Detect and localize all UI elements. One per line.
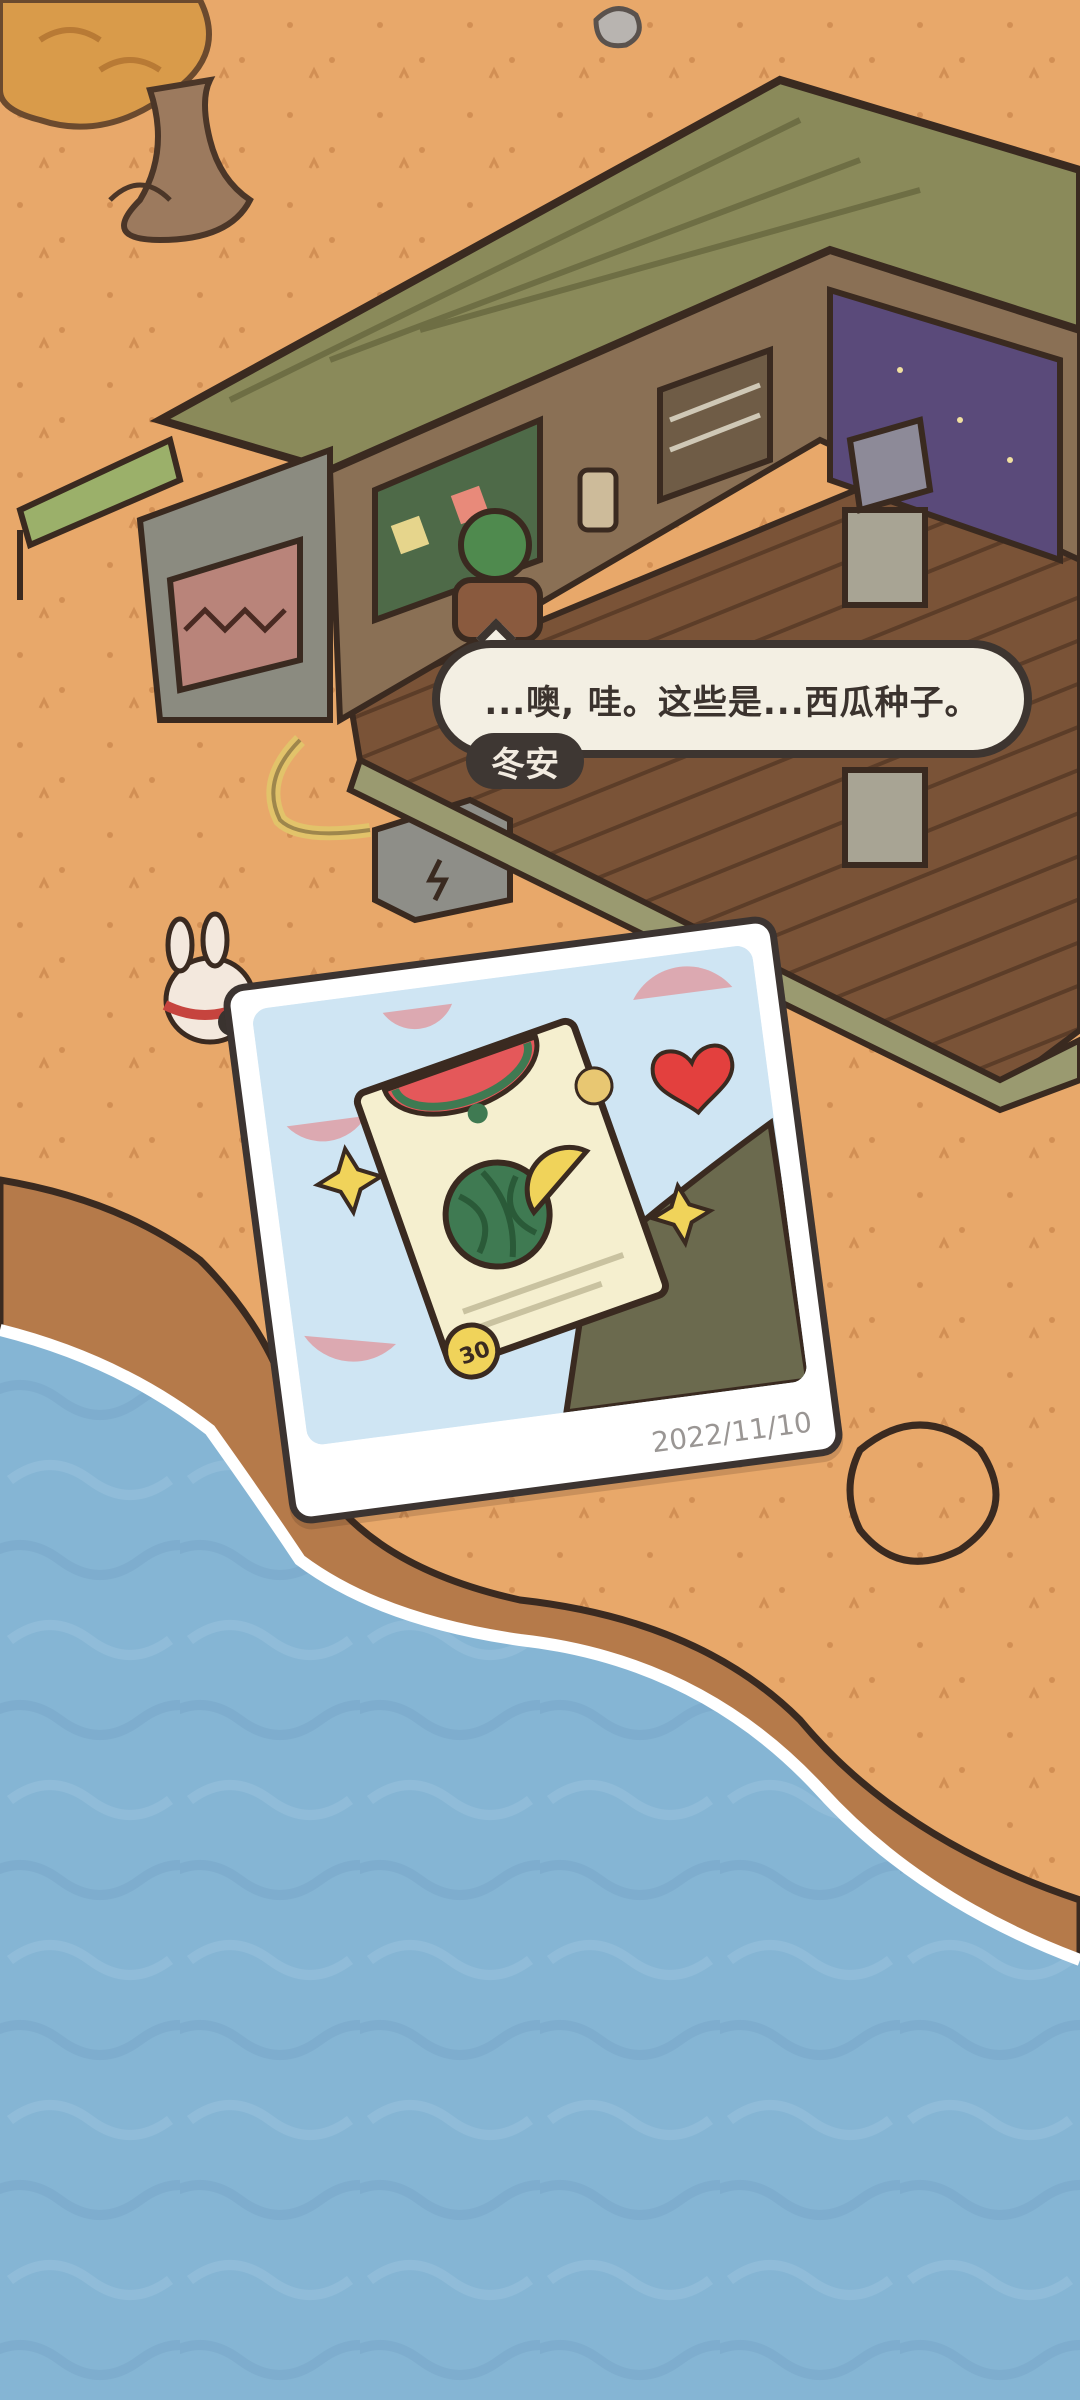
speaker-name-tag: 冬安	[466, 733, 584, 789]
photo-date: 2022/11/10	[649, 1405, 814, 1460]
photo-image: 30	[251, 944, 809, 1447]
speaker-name: 冬安	[491, 744, 559, 785]
item-photo-card[interactable]: 30 2022/11/10	[220, 913, 846, 1527]
game-scene[interactable]: ...噢, 哇。这些是...西瓜种子。 冬安 30 2022/11/10	[0, 0, 1080, 2400]
dialogue-text: ...噢, 哇。这些是...西瓜种子。	[484, 682, 980, 723]
watermelon-seed-packet-image: 30	[251, 944, 809, 1447]
